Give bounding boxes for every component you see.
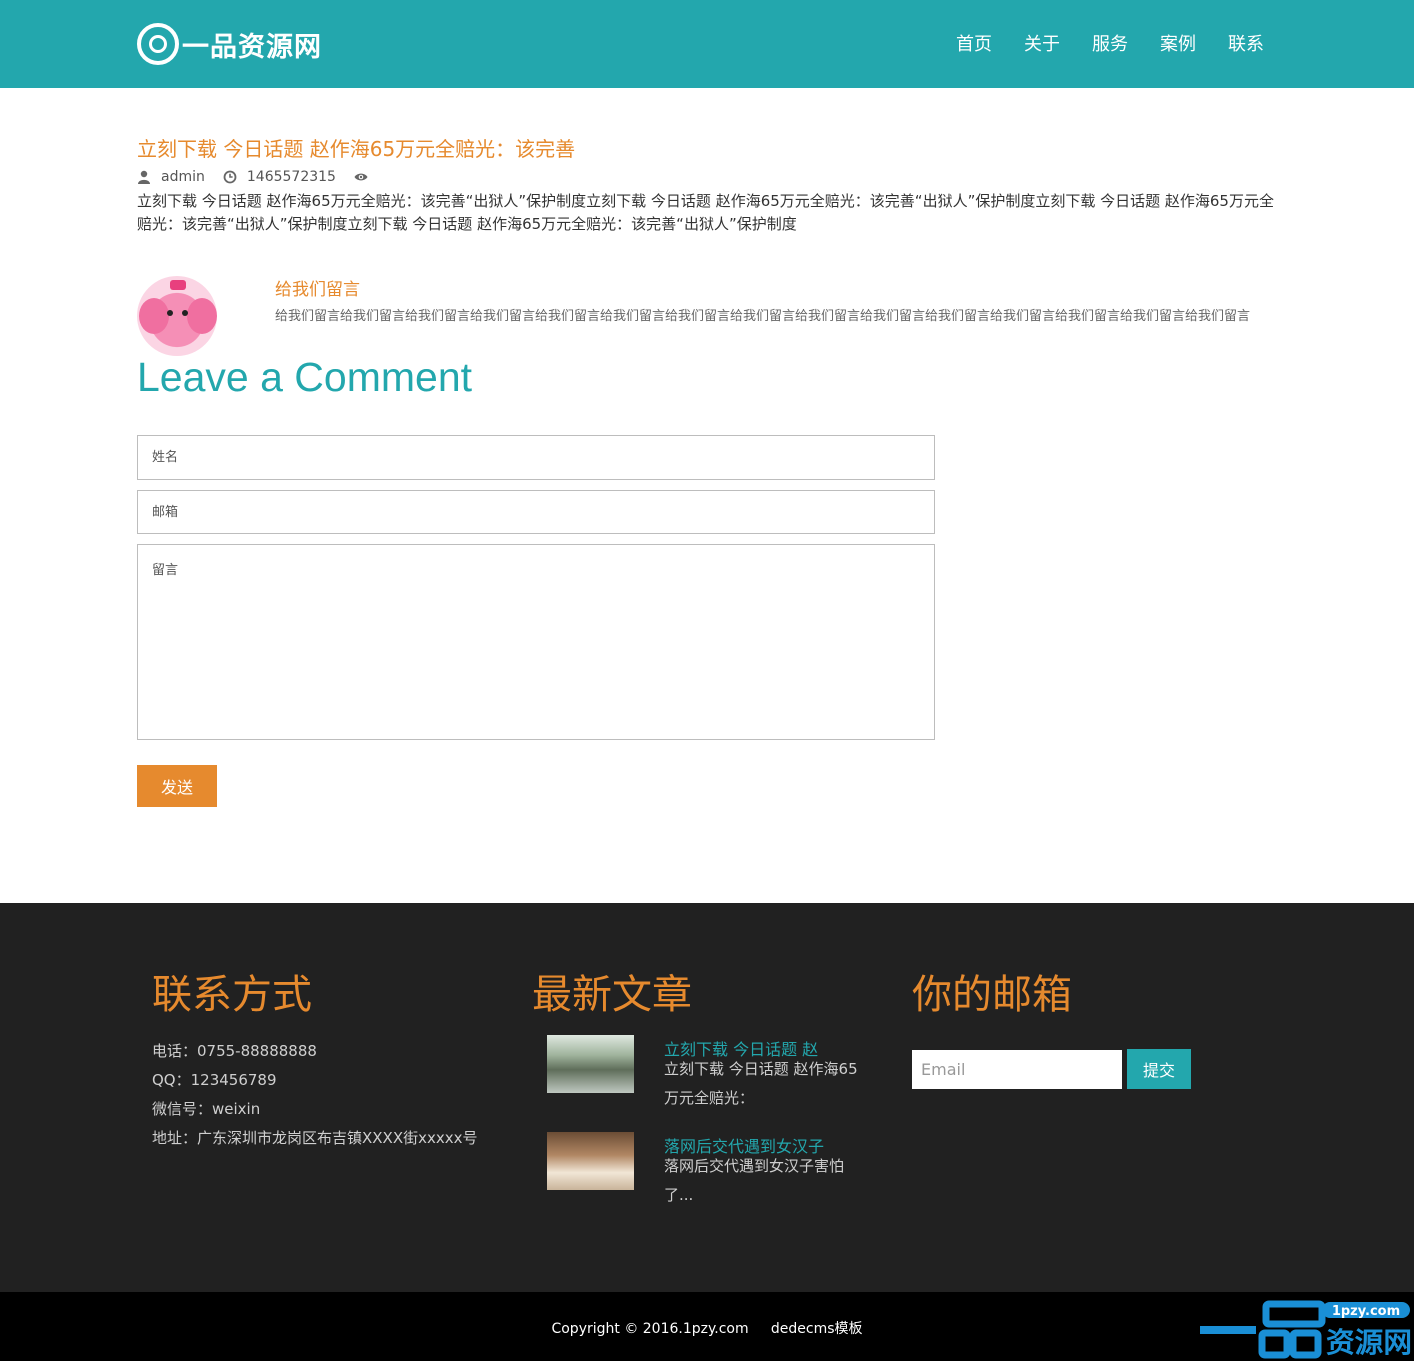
main-nav: 首页 关于 服务 案例 联系 [956,30,1264,56]
news-item-desc: 立刻下载 今日话题 赵作海65万元全赔光： [664,1060,858,1107]
site-logo[interactable]: 一品资源网 [137,22,322,66]
nav-about[interactable]: 关于 [1024,30,1060,56]
contact-address: 地址：广东深圳市龙岗区布吉镇XXXX街xxxxx号 [152,1129,478,1147]
nav-contact[interactable]: 联系 [1228,30,1264,56]
article-title[interactable]: 立刻下载 今日话题 赵作海65万元全赔光：该完善 [137,133,575,162]
news-heading: 最新文章 [532,972,692,1018]
contact-wechat: 微信号：weixin [152,1100,261,1118]
subscribe-submit-button[interactable]: 提交 [1127,1049,1191,1089]
message-body: 给我们留言给我们留言给我们留言给我们留言给我们留言给我们留言给我们留言给我们留言… [275,309,1251,324]
name-input[interactable] [137,435,935,480]
clock-icon [223,170,237,184]
contact-heading: 联系方式 [152,972,312,1018]
comment-heading: Leave a Comment [137,354,473,400]
contact-phone: 电话：0755-88888888 [152,1042,317,1060]
site-watermark-logo: 1pzy.com 资源网 [1200,1300,1412,1359]
article-time: 1465572315 [246,169,336,185]
news-thumbnail[interactable] [547,1035,634,1093]
watermark-url: 1pzy.com [1332,1304,1400,1319]
email-field[interactable] [137,490,935,534]
watermark-text: 资源网 [1326,1326,1412,1359]
news-item-desc: 落网后交代遇到女汉子害怕了... [664,1157,845,1204]
nav-services[interactable]: 服务 [1092,30,1128,56]
news-thumbnail[interactable] [547,1132,634,1190]
user-icon [138,170,150,184]
article-meta: admin 1465572315 [137,169,396,185]
article-author: admin [161,169,205,185]
logo-text: 一品资源网 [182,31,322,63]
subscribe-email-input[interactable] [912,1050,1122,1089]
message-textarea[interactable] [137,544,935,740]
logo-ring-icon [137,23,179,65]
email-heading: 你的邮箱 [912,972,1072,1018]
nav-home[interactable]: 首页 [956,30,992,56]
contact-qq: QQ：123456789 [152,1071,277,1089]
site-header: 一品资源网 首页 关于 服务 案例 联系 [0,0,1414,88]
avatar [137,276,217,356]
article-body: 立刻下载 今日话题 赵作海65万元全赔光：该完善“出狱人”保护制度立刻下载 今日… [137,192,1274,233]
message-title: 给我们留言 [275,280,360,300]
nav-cases[interactable]: 案例 [1160,30,1196,56]
send-button[interactable]: 发送 [137,765,217,807]
eye-icon [354,173,368,181]
